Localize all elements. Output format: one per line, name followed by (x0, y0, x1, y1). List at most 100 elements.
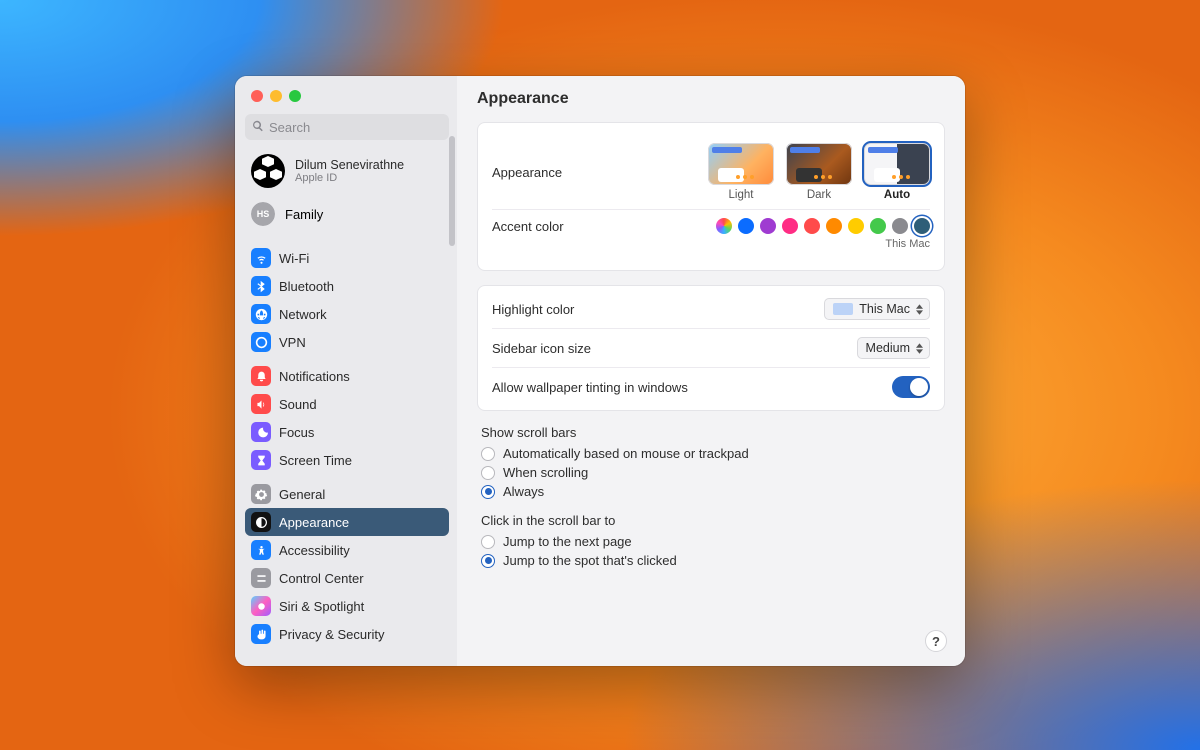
accent-color-options (716, 218, 930, 234)
tinting-toggle[interactable] (892, 376, 930, 398)
sidebar-group-focus: Notifications Sound Focus Screen Time (245, 362, 457, 474)
sidebar-item-focus[interactable]: Focus (245, 418, 449, 446)
sidebar-iconsize-select[interactable]: Medium (857, 337, 930, 359)
scrollbars-option-always[interactable]: Always (481, 482, 941, 501)
family-badge-icon: HS (251, 202, 275, 226)
accent-green[interactable] (870, 218, 886, 234)
sidebar-item-network[interactable]: Network (245, 300, 449, 328)
window-controls (245, 86, 457, 114)
sidebar-item-bluetooth[interactable]: Bluetooth (245, 272, 449, 300)
thumb-label: Auto (864, 189, 930, 201)
account-sub: Apple ID (295, 172, 404, 184)
sidebar-iconsize-value: Medium (866, 341, 910, 355)
scrollbars-option-scrolling[interactable]: When scrolling (481, 463, 941, 482)
sidebar-item-appearance[interactable]: Appearance (245, 508, 449, 536)
moon-icon (251, 422, 271, 442)
accent-blue[interactable] (738, 218, 754, 234)
search-field[interactable] (245, 114, 449, 140)
zoom-button[interactable] (289, 90, 301, 102)
search-input[interactable] (269, 120, 442, 135)
highlight-value: This Mac (859, 302, 910, 316)
sidebar-item-sound[interactable]: Sound (245, 390, 449, 418)
sidebar-group-network: Wi-Fi Bluetooth Network VPN (245, 244, 457, 356)
accent-red[interactable] (804, 218, 820, 234)
tinting-row: Allow wallpaper tinting in windows (492, 367, 930, 406)
sidebar-item-label: Notifications (279, 369, 350, 384)
dark-thumb-icon (786, 143, 852, 185)
sidebar-iconsize-row: Sidebar icon size Medium (492, 328, 930, 367)
sidebar: Dilum Senevirathne Apple ID HS Family Wi… (235, 76, 457, 666)
accent-yellow[interactable] (848, 218, 864, 234)
appearance-option-dark[interactable]: Dark (786, 143, 852, 201)
avatar (251, 154, 285, 188)
clickscroll-option-nextpage[interactable]: Jump to the next page (481, 532, 941, 551)
sidebar-item-notifications[interactable]: Notifications (245, 362, 449, 390)
sidebar-item-label: Sound (279, 397, 317, 412)
sidebar-scrollbar[interactable] (449, 136, 455, 246)
apple-id-row[interactable]: Dilum Senevirathne Apple ID (245, 150, 457, 198)
bluetooth-icon (251, 276, 271, 296)
accent-thismac[interactable] (914, 218, 930, 234)
radio-label: When scrolling (503, 465, 588, 480)
sidebar-item-screentime[interactable]: Screen Time (245, 446, 449, 474)
scrollbars-section: Show scroll bars Automatically based on … (477, 425, 945, 570)
sidebar-item-label: Control Center (279, 571, 364, 586)
appearance-option-auto[interactable]: Auto (864, 143, 930, 201)
clickscroll-option-spot[interactable]: Jump to the spot that's clicked (481, 551, 941, 570)
thumb-label: Dark (786, 189, 852, 201)
sidebar-item-label: General (279, 487, 325, 502)
radio-icon (481, 447, 495, 461)
accent-graphite[interactable] (892, 218, 908, 234)
radio-icon (481, 554, 495, 568)
sidebar-item-accessibility[interactable]: Accessibility (245, 536, 449, 564)
help-button[interactable]: ? (925, 630, 947, 652)
bell-icon (251, 366, 271, 386)
light-thumb-icon (708, 143, 774, 185)
sidebar-item-label: Privacy & Security (279, 627, 384, 642)
close-button[interactable] (251, 90, 263, 102)
speaker-icon (251, 394, 271, 414)
main-pane: Appearance Appearance Light Dark (457, 76, 965, 666)
sidebar-group-system: General Appearance Accessibility Control… (245, 480, 457, 648)
scrollbars-title: Show scroll bars (481, 425, 941, 440)
highlight-label: Highlight color (492, 302, 574, 317)
accent-multicolor[interactable] (716, 218, 732, 234)
sidebar-item-label: Wi-Fi (279, 251, 309, 266)
radio-label: Jump to the next page (503, 534, 632, 549)
sidebar-item-vpn[interactable]: VPN (245, 328, 449, 356)
radio-label: Always (503, 484, 544, 499)
accent-orange[interactable] (826, 218, 842, 234)
sidebar-item-privacy[interactable]: Privacy & Security (245, 620, 449, 648)
accent-pink[interactable] (782, 218, 798, 234)
highlight-select[interactable]: This Mac (824, 298, 930, 320)
sidebar-item-controlcenter[interactable]: Control Center (245, 564, 449, 592)
minimize-button[interactable] (270, 90, 282, 102)
appearance-card: Appearance Light Dark Auto (477, 122, 945, 271)
globe-icon (251, 304, 271, 324)
account-name: Dilum Senevirathne (295, 158, 404, 172)
sliders-icon (251, 568, 271, 588)
appearance-options: Light Dark Auto (708, 143, 930, 201)
chevron-updown-icon (916, 343, 923, 354)
family-row[interactable]: HS Family (245, 198, 457, 238)
highlight-row: Highlight color This Mac (492, 290, 930, 328)
accent-purple[interactable] (760, 218, 776, 234)
appearance-option-light[interactable]: Light (708, 143, 774, 201)
sidebar-item-label: Siri & Spotlight (279, 599, 364, 614)
sidebar-item-label: Appearance (279, 515, 349, 530)
sidebar-item-label: Screen Time (279, 453, 352, 468)
sidebar-item-siri[interactable]: Siri & Spotlight (245, 592, 449, 620)
thumb-label: Light (708, 189, 774, 201)
accent-color-row: Accent color This Mac (492, 209, 930, 258)
radio-icon (481, 535, 495, 549)
sidebar-item-label: Network (279, 307, 327, 322)
scrollbars-option-auto[interactable]: Automatically based on mouse or trackpad (481, 444, 941, 463)
sidebar-item-label: Bluetooth (279, 279, 334, 294)
sidebar-item-general[interactable]: General (245, 480, 449, 508)
sidebar-item-label: Accessibility (279, 543, 350, 558)
sidebar-item-wifi[interactable]: Wi-Fi (245, 244, 449, 272)
radio-label: Jump to the spot that's clicked (503, 553, 677, 568)
wifi-icon (251, 248, 271, 268)
radio-icon (481, 466, 495, 480)
gear-icon (251, 484, 271, 504)
